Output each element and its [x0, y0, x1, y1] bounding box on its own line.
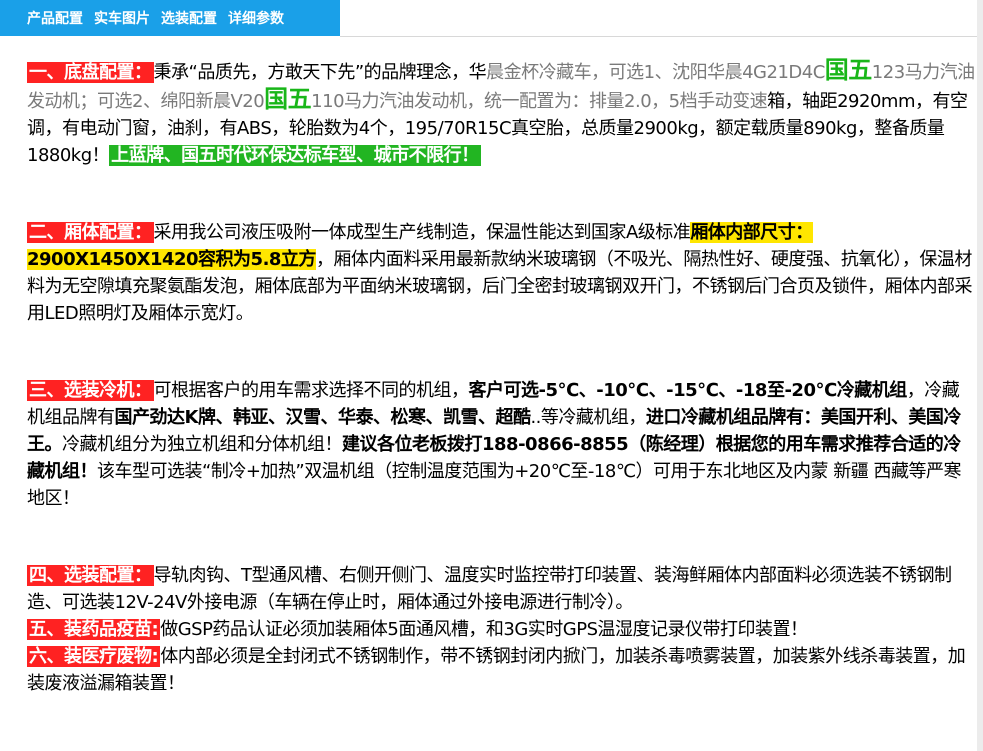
tab-underline [340, 36, 983, 37]
section-chassis: 一、底盘配置： 秉承“品质先，方敢天下先”的品牌理念，华晨金杯冷藏车，可选1、沈阳… [27, 56, 975, 166]
tab-optional-config[interactable]: 选装配置 [161, 8, 217, 28]
article-body: 一、底盘配置： 秉承“品质先，方敢天下先”的品牌理念，华晨金杯冷藏车，可选1、沈阳… [0, 57, 975, 697]
guowu-badge: 国五 [824, 56, 873, 84]
tab-bar: 产品配置 实车图片 选装配置 详细参数 [0, 0, 340, 36]
section-body-box: 二、厢体配置： 采用我公司液压吸附一体成型生产线制造，保温性能达到国家A级标准厢体… [27, 222, 973, 324]
section-label: 一、底盘配置： [27, 62, 154, 83]
tab-detailed-params[interactable]: 详细参数 [228, 8, 284, 28]
section-pharma: 五、装药品疫苗: 做GSP药品认证必须加装厢体5面通风槽，和3G实时GPS温湿度记… [27, 619, 808, 640]
tab-vehicle-photos[interactable]: 实车图片 [94, 8, 150, 28]
section-refrigeration-unit: 三、选装冷机： 可根据客户的用车需求选择不同的机组，客户可选-5℃、-10℃、-1… [27, 380, 962, 509]
section-options: 四、选装配置： 导轨肉钩、T型通风槽、右侧开侧门、温度实时监控带打印装置、装海鲜厢… [27, 565, 952, 613]
section-label: 二、厢体配置： [27, 222, 154, 243]
guowu-badge: 国五 [264, 85, 312, 113]
section-label: 三、选装冷机： [27, 380, 154, 401]
section-label: 五、装药品疫苗: [27, 619, 161, 640]
scrollbar-track[interactable] [977, 0, 983, 751]
tab-product-config[interactable]: 产品配置 [27, 8, 83, 28]
section-label: 四、选装配置： [27, 565, 154, 586]
green-highlight: 上蓝牌、国五时代环保达标车型、城市不限行！ [109, 145, 481, 166]
section-label: 六、装医疗废物: [27, 646, 161, 667]
section-medical-waste: 六、装医疗废物: 体内部必须是全封闭式不锈钢制作，带不锈钢封闭内掀门，加装杀毒喷雾… [27, 646, 966, 694]
